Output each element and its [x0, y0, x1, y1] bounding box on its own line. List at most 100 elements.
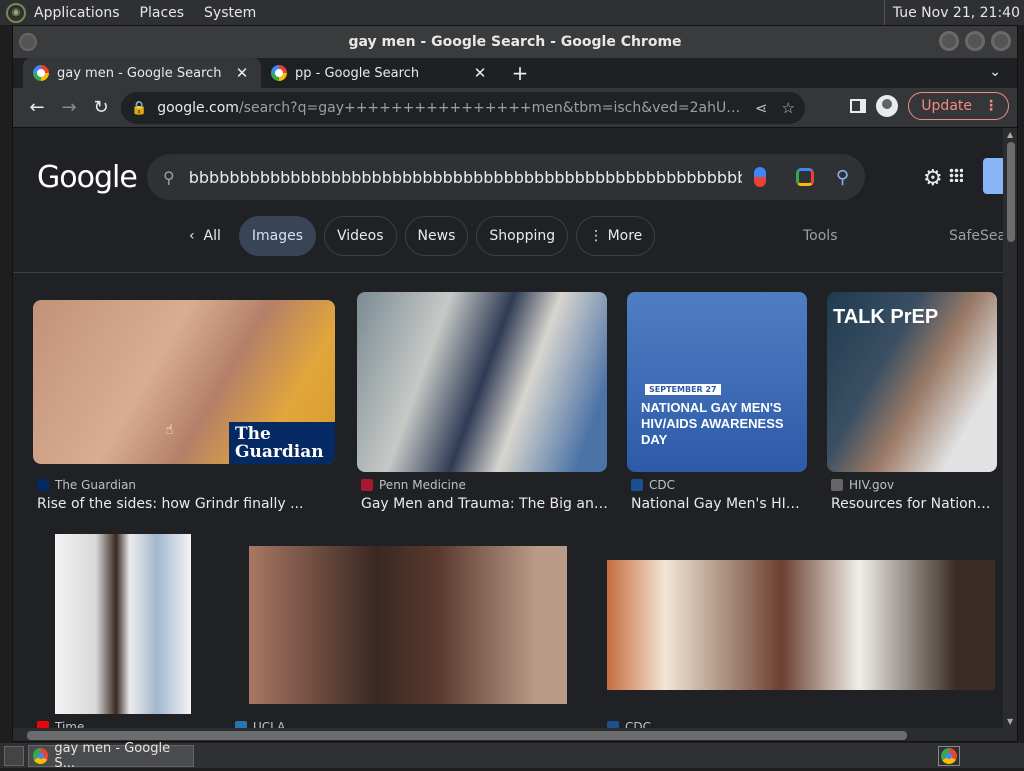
window-titlebar[interactable]: gay men - Google Search - Google Chrome: [13, 26, 1017, 58]
result-image-cdc-2[interactable]: [607, 560, 995, 690]
filter-news[interactable]: News: [404, 216, 469, 256]
menu-places[interactable]: Places: [140, 5, 185, 21]
bottom-taskbar: gay men - Google S...: [0, 741, 1024, 771]
window-title: gay men - Google Search - Google Chrome: [348, 34, 682, 50]
filter-videos[interactable]: Videos: [324, 216, 397, 256]
minimize-button[interactable]: [939, 31, 959, 51]
toolbar-right: Update ⋮: [850, 92, 1009, 120]
google-apps-icon[interactable]: [949, 168, 963, 182]
result-source[interactable]: UCLA: [235, 720, 285, 728]
window-menu-icon[interactable]: [19, 33, 37, 51]
cdc-favicon-icon: [631, 479, 643, 491]
cdc-date-badge: SEPTEMBER 27: [645, 384, 721, 395]
gnome-foot-icon[interactable]: ◉: [6, 2, 26, 23]
menu-applications[interactable]: Applications: [34, 5, 120, 21]
result-image-cdc[interactable]: SEPTEMBER 27 NATIONAL GAY MEN'S HIV/AIDS…: [627, 292, 807, 472]
result-source[interactable]: CDC: [607, 720, 651, 728]
panel-menu: ◉ Applications Places System: [0, 0, 276, 25]
profile-avatar-icon[interactable]: [876, 95, 899, 117]
filter-all[interactable]: ‹ All: [183, 216, 231, 256]
browser-toolbar: ← → ↻ 🔒 google.com/search?q=gay+++++++++…: [13, 88, 1017, 128]
search-results-page: Google ⚲ ⚲ ⚙ ‹ All Images Videos News Sh…: [13, 128, 1003, 728]
more-vertical-icon: ⋮: [589, 228, 608, 244]
search-icon: ⚲: [163, 167, 175, 187]
lock-icon[interactable]: 🔒: [131, 101, 147, 116]
show-desktop-button[interactable]: [4, 745, 24, 766]
result-image-time[interactable]: [55, 534, 191, 714]
microphone-icon[interactable]: [753, 167, 766, 187]
google-lens-icon[interactable]: [795, 168, 814, 186]
sign-in-button[interactable]: [983, 158, 1003, 194]
tab-label: gay men - Google Search: [57, 65, 222, 81]
address-bar[interactable]: 🔒 google.com/search?q=gay+++++++++++++++…: [121, 92, 805, 124]
result-image-hivgov[interactable]: TALK PrEP: [827, 292, 997, 472]
result-image-guardian[interactable]: The Guardian: [33, 300, 335, 464]
bookmark-star-icon[interactable]: ☆: [782, 99, 795, 117]
kebab-menu-icon[interactable]: ⋮: [984, 98, 998, 114]
tab-label: pp - Google Search: [295, 65, 420, 81]
settings-gear-icon[interactable]: ⚙: [923, 166, 943, 191]
panel-clock[interactable]: Tue Nov 21, 21:40: [883, 0, 1020, 25]
search-filters: ‹ All Images Videos News Shopping ⋮ More: [183, 216, 656, 256]
new-tab-button[interactable]: +: [505, 58, 535, 88]
search-input[interactable]: [188, 167, 742, 187]
close-window-button[interactable]: [991, 31, 1011, 51]
vertical-scroll-thumb[interactable]: [1007, 142, 1015, 242]
chrome-icon: [941, 748, 957, 764]
horizontal-scroll-thumb[interactable]: [27, 731, 907, 740]
update-button[interactable]: Update ⋮: [908, 92, 1009, 120]
tab-strip: gay men - Google Search ✕ pp - Google Se…: [13, 58, 1017, 88]
back-button[interactable]: ←: [21, 92, 53, 124]
tab-gay-men[interactable]: gay men - Google Search ✕: [23, 58, 261, 88]
scroll-up-icon[interactable]: ▲: [1007, 130, 1013, 139]
taskbar-chrome-window[interactable]: gay men - Google S...: [28, 741, 194, 771]
top-panel: ◉ Applications Places System Tue Nov 21,…: [0, 0, 1024, 25]
cdc-favicon-icon: [607, 721, 619, 728]
hivgov-favicon-icon: [831, 479, 843, 491]
url-text[interactable]: google.com/search?q=gay++++++++++++++++m…: [157, 100, 741, 116]
result-source[interactable]: The Guardian: [37, 478, 136, 492]
vertical-scrollbar[interactable]: ▲ ▼: [1003, 128, 1017, 728]
filter-images[interactable]: Images: [238, 216, 316, 256]
chevron-left-icon: ‹: [189, 228, 204, 244]
menu-system[interactable]: System: [204, 5, 256, 21]
tray-chrome-icon[interactable]: [938, 746, 960, 766]
result-source[interactable]: HIV.gov: [831, 478, 894, 492]
result-source[interactable]: Penn Medicine: [361, 478, 466, 492]
chrome-window: gay men - Google Search - Google Chrome …: [12, 25, 1018, 742]
divider: [13, 272, 1003, 273]
safesearch-button[interactable]: SafeSearch: [949, 228, 1003, 244]
filter-more[interactable]: ⋮ More: [576, 216, 656, 256]
penn-favicon-icon: [361, 479, 373, 491]
close-tab-icon[interactable]: ✕: [233, 64, 251, 82]
window-controls: [939, 31, 1011, 51]
result-source[interactable]: CDC: [631, 478, 675, 492]
hivgov-overlay-text: TALK PrEP: [833, 306, 939, 328]
share-icon[interactable]: ⋖: [755, 99, 768, 117]
guardian-logo-badge: The Guardian: [229, 422, 335, 464]
result-title[interactable]: Rise of the sides: how Grindr finally ..…: [37, 496, 335, 512]
cdc-overlay-text: NATIONAL GAY MEN'S HIV/AIDS AWARENESS DA…: [641, 400, 784, 447]
hand-cursor-icon: ☝: [165, 422, 174, 438]
result-source[interactable]: Time: [37, 720, 84, 728]
result-image-penn[interactable]: [357, 292, 607, 472]
search-submit-icon[interactable]: ⚲: [836, 167, 849, 188]
maximize-button[interactable]: [965, 31, 985, 51]
result-image-ucla[interactable]: [249, 546, 567, 704]
reload-button[interactable]: ↻: [85, 92, 117, 124]
time-favicon-icon: [37, 721, 49, 728]
side-panel-icon[interactable]: [850, 99, 867, 113]
result-title[interactable]: Gay Men and Trauma: The Big and Li...: [361, 496, 611, 512]
forward-button[interactable]: →: [53, 92, 85, 124]
filter-shopping[interactable]: Shopping: [476, 216, 569, 256]
tab-search-chevron-icon[interactable]: ⌄: [989, 64, 1001, 80]
google-logo[interactable]: Google: [37, 160, 138, 195]
google-favicon-icon: [33, 65, 49, 81]
result-title[interactable]: National Gay Men's HIV/...: [631, 496, 807, 512]
tools-button[interactable]: Tools: [803, 228, 838, 244]
close-tab-icon[interactable]: ✕: [471, 64, 489, 82]
search-box[interactable]: ⚲ ⚲: [147, 154, 865, 200]
tab-pp[interactable]: pp - Google Search ✕: [261, 58, 499, 88]
scroll-down-icon[interactable]: ▼: [1007, 717, 1013, 726]
result-title[interactable]: Resources for National ...: [831, 496, 997, 512]
